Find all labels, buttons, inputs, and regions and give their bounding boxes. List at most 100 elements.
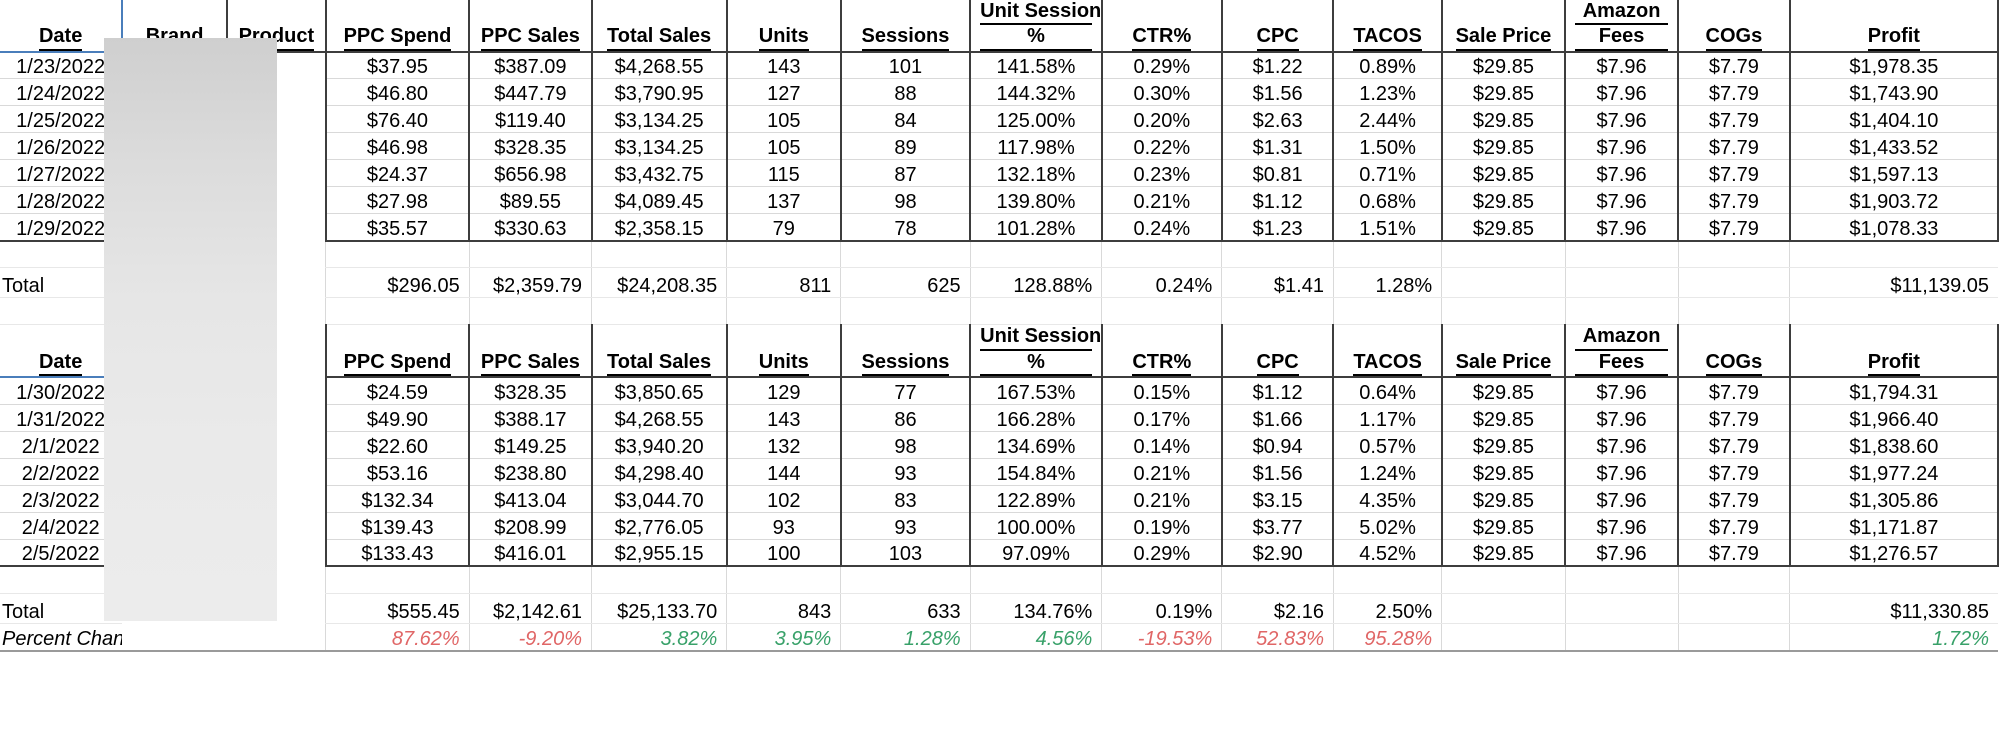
cell-unit-session-pct[interactable]: 166.28% xyxy=(969,404,1102,432)
cell-sale-price[interactable]: $29.85 xyxy=(1440,512,1566,540)
cell-unit-session-pct[interactable]: 100.00% xyxy=(969,512,1102,540)
cell-cpc[interactable]: $1.12 xyxy=(1220,186,1334,215)
table-row[interactable]: 2/3/2022 $132.34 $413.04 $3,044.70 102 8… xyxy=(0,485,1999,513)
cell-cpc[interactable]: $1.12 xyxy=(1220,377,1334,405)
cell-ctr[interactable]: 0.29% xyxy=(1100,51,1222,80)
cell-amazon-fees[interactable]: $7.96 xyxy=(1564,51,1679,80)
cell-total-sales[interactable]: $3,044.70 xyxy=(590,485,727,513)
cell-product[interactable] xyxy=(227,512,326,539)
header-amazon-fees[interactable]: Amazon Fees xyxy=(1564,0,1679,53)
cell-ppc-spend[interactable]: $46.98 xyxy=(324,132,470,161)
cell-units[interactable]: 144 xyxy=(725,458,841,486)
cell-profit[interactable]: $1,794.31 xyxy=(1788,377,1999,405)
cell-ppc-spend[interactable]: $53.16 xyxy=(324,458,470,486)
table-row[interactable]: 1/29/2022 $35.57 $330.63 $2,358.15 79 78… xyxy=(0,213,1999,242)
header-unit-session-pct[interactable]: Unit Session% xyxy=(969,324,1102,379)
cell-cogs[interactable]: $7.79 xyxy=(1677,458,1790,486)
cell-units[interactable]: 79 xyxy=(725,213,841,242)
cell-cogs[interactable]: $7.79 xyxy=(1677,377,1790,405)
cell-profit[interactable]: $1,433.52 xyxy=(1788,132,1999,161)
cell-sale-price[interactable]: $29.85 xyxy=(1440,51,1566,80)
cell-sale-price[interactable]: $29.85 xyxy=(1440,485,1566,513)
cell-cogs[interactable]: $7.79 xyxy=(1677,431,1790,459)
cell-total-sales[interactable]: $4,268.55 xyxy=(590,404,727,432)
cell-cogs[interactable]: $7.79 xyxy=(1677,78,1790,107)
cell-units[interactable]: 143 xyxy=(725,404,841,432)
cell-profit[interactable]: $1,171.87 xyxy=(1788,512,1999,540)
cell-date[interactable]: 2/4/2022 xyxy=(0,512,124,540)
cell-brand[interactable] xyxy=(122,187,227,214)
header-cogs[interactable]: COGs xyxy=(1677,0,1790,53)
cell-amazon-fees[interactable]: $7.96 xyxy=(1564,458,1679,486)
header-tacos[interactable]: TACOS xyxy=(1332,0,1442,53)
cell-sale-price[interactable]: $29.85 xyxy=(1440,404,1566,432)
cell-date[interactable]: 2/1/2022 xyxy=(0,431,124,459)
cell-profit[interactable]: $1,977.24 xyxy=(1788,458,1999,486)
cell-date[interactable]: 1/28/2022 xyxy=(0,186,124,215)
cell-units[interactable]: 100 xyxy=(725,539,841,568)
cell-tacos[interactable]: 0.89% xyxy=(1332,51,1442,80)
cell-ppc-sales[interactable]: $416.01 xyxy=(468,539,592,568)
cell-units[interactable]: 105 xyxy=(725,132,841,161)
cell-date[interactable]: 1/27/2022 xyxy=(0,159,124,188)
cell-units[interactable]: 115 xyxy=(725,159,841,188)
cell-amazon-fees[interactable]: $7.96 xyxy=(1564,132,1679,161)
cell-tacos[interactable]: 0.71% xyxy=(1332,159,1442,188)
cell-sale-price[interactable]: $29.85 xyxy=(1440,431,1566,459)
cell-total-sales[interactable]: $2,358.15 xyxy=(590,213,727,242)
cell-brand[interactable] xyxy=(122,106,227,133)
cell-cogs[interactable]: $7.79 xyxy=(1677,159,1790,188)
cell-ppc-sales[interactable]: $328.35 xyxy=(468,377,592,405)
cell-cpc[interactable]: $0.81 xyxy=(1220,159,1334,188)
cell-sessions[interactable]: 101 xyxy=(839,51,971,80)
cell-amazon-fees[interactable]: $7.96 xyxy=(1564,213,1679,242)
cell-ctr[interactable]: 0.20% xyxy=(1100,105,1222,134)
table-row[interactable]: 1/26/2022 $46.98 $328.35 $3,134.25 105 8… xyxy=(0,132,1999,161)
cell-cpc[interactable]: $1.23 xyxy=(1220,213,1334,242)
cell-product[interactable] xyxy=(227,133,326,160)
cell-ppc-sales[interactable]: $208.99 xyxy=(468,512,592,540)
cell-ppc-spend[interactable]: $132.34 xyxy=(324,485,470,513)
cell-cpc[interactable]: $1.31 xyxy=(1220,132,1334,161)
cell-units[interactable]: 137 xyxy=(725,186,841,215)
header-units[interactable]: Units xyxy=(725,324,841,379)
cell-unit-session-pct[interactable]: 97.09% xyxy=(969,539,1102,568)
cell-product[interactable] xyxy=(227,52,326,79)
cell-total-sales[interactable]: $2,776.05 xyxy=(590,512,727,540)
cell-sale-price[interactable]: $29.85 xyxy=(1440,186,1566,215)
cell-tacos[interactable]: 0.68% xyxy=(1332,186,1442,215)
table-row[interactable]: 2/2/2022 $53.16 $238.80 $4,298.40 144 93… xyxy=(0,458,1999,486)
cell-ppc-sales[interactable]: $238.80 xyxy=(468,458,592,486)
cell-sale-price[interactable]: $29.85 xyxy=(1440,105,1566,134)
cell-cogs[interactable]: $7.79 xyxy=(1677,404,1790,432)
cell-unit-session-pct[interactable]: 117.98% xyxy=(969,132,1102,161)
cell-tacos[interactable]: 1.23% xyxy=(1332,78,1442,107)
cell-brand[interactable] xyxy=(122,404,227,431)
cell-sale-price[interactable]: $29.85 xyxy=(1440,213,1566,242)
header-cogs[interactable]: COGs xyxy=(1677,324,1790,379)
cell-cogs[interactable]: $7.79 xyxy=(1677,213,1790,242)
cell-amazon-fees[interactable]: $7.96 xyxy=(1564,377,1679,405)
table-row[interactable]: 1/31/2022 $49.90 $388.17 $4,268.55 143 8… xyxy=(0,404,1999,432)
cell-ppc-spend[interactable]: $37.95 xyxy=(324,51,470,80)
cell-ctr[interactable]: 0.19% xyxy=(1100,512,1222,540)
cell-brand[interactable] xyxy=(122,160,227,187)
table-row[interactable]: 2/4/2022 $139.43 $208.99 $2,776.05 93 93… xyxy=(0,512,1999,540)
cell-tacos[interactable]: 0.64% xyxy=(1332,377,1442,405)
table-row[interactable]: 1/30/2022 $24.59 $328.35 $3,850.65 129 7… xyxy=(0,377,1999,405)
cell-sessions[interactable]: 98 xyxy=(839,431,971,459)
cell-sessions[interactable]: 88 xyxy=(839,78,971,107)
cell-ppc-spend[interactable]: $133.43 xyxy=(324,539,470,568)
header-sale-price[interactable]: Sale Price xyxy=(1440,0,1566,53)
cell-product[interactable] xyxy=(227,539,326,566)
cell-ppc-sales[interactable]: $656.98 xyxy=(468,159,592,188)
cell-date[interactable]: 2/3/2022 xyxy=(0,485,124,513)
cell-total-sales[interactable]: $3,790.95 xyxy=(590,78,727,107)
cell-ppc-sales[interactable]: $388.17 xyxy=(468,404,592,432)
cell-unit-session-pct[interactable]: 167.53% xyxy=(969,377,1102,405)
cell-unit-session-pct[interactable]: 132.18% xyxy=(969,159,1102,188)
cell-unit-session-pct[interactable]: 139.80% xyxy=(969,186,1102,215)
cell-sessions[interactable]: 78 xyxy=(839,213,971,242)
cell-ctr[interactable]: 0.21% xyxy=(1100,485,1222,513)
cell-cpc[interactable]: $1.56 xyxy=(1220,458,1334,486)
